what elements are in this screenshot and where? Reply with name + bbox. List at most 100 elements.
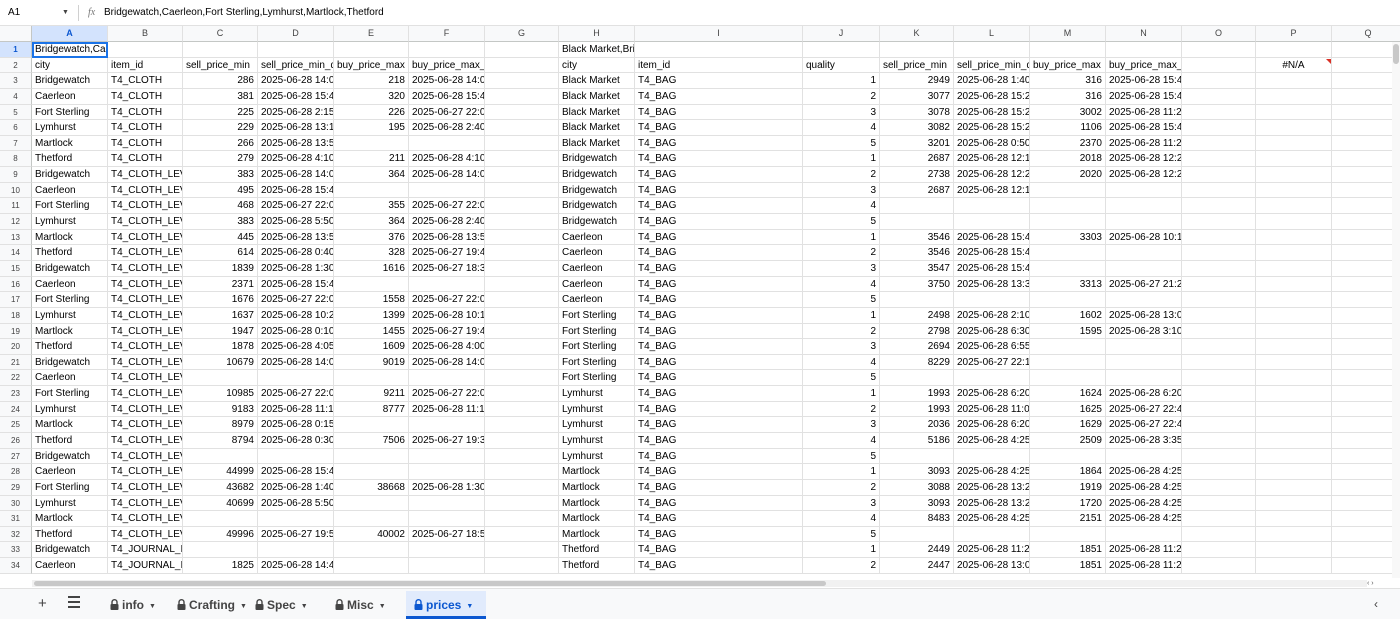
table-cell[interactable]: 43682: [183, 479, 258, 496]
table-cell[interactable]: 316: [1030, 73, 1106, 89]
table-cell[interactable]: [1332, 464, 1400, 480]
table-cell[interactable]: [1106, 42, 1182, 58]
table-cell[interactable]: 9183: [183, 401, 258, 418]
table-cell[interactable]: 195: [334, 120, 409, 136]
table-cell[interactable]: [1332, 105, 1400, 121]
table-cell[interactable]: 3201: [880, 135, 954, 152]
table-cell[interactable]: 1602: [1030, 307, 1106, 324]
table-cell[interactable]: [1256, 214, 1332, 230]
table-cell[interactable]: 2025-06-28 13:1: [258, 120, 334, 136]
table-cell[interactable]: Caerleon: [32, 464, 108, 480]
table-cell[interactable]: 2036: [880, 417, 954, 433]
column-header-p[interactable]: P: [1256, 26, 1332, 42]
table-cell[interactable]: 2025-06-28 1:40: [954, 73, 1030, 89]
table-cell[interactable]: Lymhurst: [559, 433, 635, 449]
table-cell[interactable]: [1256, 276, 1332, 293]
table-cell[interactable]: T4_BAG: [635, 448, 803, 465]
table-cell[interactable]: 3: [803, 417, 880, 433]
table-cell[interactable]: [1106, 292, 1182, 308]
table-cell[interactable]: [1182, 229, 1256, 246]
row-header[interactable]: 7: [0, 135, 32, 152]
row-header[interactable]: 23: [0, 386, 32, 402]
table-cell[interactable]: 2025-06-28 13:2: [954, 495, 1030, 512]
table-cell[interactable]: [1256, 526, 1332, 543]
table-cell[interactable]: [954, 526, 1030, 543]
table-cell[interactable]: 2025-06-28 6:20: [954, 386, 1030, 402]
table-cell[interactable]: 2025-06-28 15:4: [258, 276, 334, 293]
table-cell[interactable]: 4: [803, 198, 880, 215]
table-cell[interactable]: 2025-06-28 1:40: [258, 479, 334, 496]
table-cell[interactable]: Bridgewatch,Cae: [32, 42, 108, 58]
table-cell[interactable]: T4_CLOTH_LEV: [108, 479, 183, 496]
table-cell[interactable]: 2025-06-28 13:0: [1106, 307, 1182, 324]
name-box[interactable]: A1: [8, 6, 63, 20]
table-cell[interactable]: T4_CLOTH_LEV: [108, 307, 183, 324]
table-cell[interactable]: [1182, 151, 1256, 168]
table-cell[interactable]: T4_BAG: [635, 558, 803, 574]
table-cell[interactable]: T4_BAG: [635, 73, 803, 89]
table-cell[interactable]: 3082: [880, 120, 954, 136]
row-header[interactable]: 28: [0, 464, 32, 480]
table-cell[interactable]: Thetford: [32, 433, 108, 449]
table-cell[interactable]: 3077: [880, 88, 954, 105]
table-cell[interactable]: 3093: [880, 464, 954, 480]
table-cell[interactable]: [1030, 526, 1106, 543]
table-cell[interactable]: [485, 260, 559, 277]
table-cell[interactable]: [1182, 558, 1256, 574]
table-cell[interactable]: Fort Sterling: [559, 307, 635, 324]
row-header[interactable]: 15: [0, 260, 32, 277]
table-cell[interactable]: 2025-06-28 4:00: [409, 339, 485, 355]
table-cell[interactable]: [1332, 120, 1400, 136]
table-cell[interactable]: [1332, 230, 1400, 246]
table-cell[interactable]: 364: [334, 167, 409, 183]
table-cell[interactable]: [1182, 198, 1256, 215]
horizontal-scrollbar[interactable]: [32, 580, 1367, 587]
table-cell[interactable]: 8483: [880, 511, 954, 527]
table-cell[interactable]: 2025-06-27 19:3: [409, 433, 485, 449]
table-cell[interactable]: [1030, 182, 1106, 199]
table-cell[interactable]: 40002: [334, 526, 409, 543]
table-cell[interactable]: Martlock: [559, 479, 635, 496]
row-header[interactable]: 21: [0, 354, 32, 371]
table-cell[interactable]: 2449: [880, 542, 954, 559]
table-cell[interactable]: [1182, 73, 1256, 89]
table-cell[interactable]: [409, 42, 485, 58]
table-cell[interactable]: 2025-06-28 15:4: [1106, 88, 1182, 105]
row-header[interactable]: 10: [0, 182, 32, 199]
table-cell[interactable]: 1864: [1030, 464, 1106, 480]
table-cell[interactable]: 1595: [1030, 323, 1106, 340]
table-cell[interactable]: [485, 495, 559, 512]
table-cell[interactable]: 2025-06-27 22:4: [1106, 401, 1182, 418]
table-cell[interactable]: 2025-06-28 15:4: [258, 182, 334, 199]
table-cell[interactable]: [485, 542, 559, 559]
table-cell[interactable]: [880, 370, 954, 387]
table-cell[interactable]: Bridgewatch: [32, 73, 108, 89]
table-cell[interactable]: 2687: [880, 151, 954, 168]
select-all-corner[interactable]: [0, 26, 32, 42]
table-cell[interactable]: [1332, 183, 1400, 199]
table-cell[interactable]: [485, 73, 559, 89]
table-cell[interactable]: Fort Sterling: [559, 339, 635, 355]
table-cell[interactable]: [334, 42, 409, 58]
column-header-l[interactable]: L: [954, 26, 1030, 42]
table-cell[interactable]: 1625: [1030, 401, 1106, 418]
row-header[interactable]: 4: [0, 88, 32, 105]
header-cell[interactable]: buy_price_max: [1030, 57, 1106, 74]
table-cell[interactable]: T4_BAG: [635, 276, 803, 293]
table-cell[interactable]: [183, 542, 258, 559]
table-cell[interactable]: [1106, 526, 1182, 543]
table-cell[interactable]: 1616: [334, 260, 409, 277]
table-cell[interactable]: [1182, 495, 1256, 512]
column-header-j[interactable]: J: [803, 26, 880, 42]
table-cell[interactable]: 2025-06-28 12:2: [1106, 151, 1182, 168]
table-cell[interactable]: [485, 526, 559, 543]
table-cell[interactable]: [1182, 511, 1256, 527]
table-cell[interactable]: 2025-06-28 4:10: [409, 151, 485, 168]
table-cell[interactable]: [1030, 339, 1106, 355]
table-cell[interactable]: 2025-06-28 15:4: [409, 88, 485, 105]
table-cell[interactable]: 2025-06-28 14:0: [258, 354, 334, 371]
table-cell[interactable]: [1332, 136, 1400, 152]
table-cell[interactable]: [183, 370, 258, 387]
table-cell[interactable]: 2025-06-27 22:0: [258, 292, 334, 308]
header-cell[interactable]: buy_price_max: [334, 57, 409, 74]
